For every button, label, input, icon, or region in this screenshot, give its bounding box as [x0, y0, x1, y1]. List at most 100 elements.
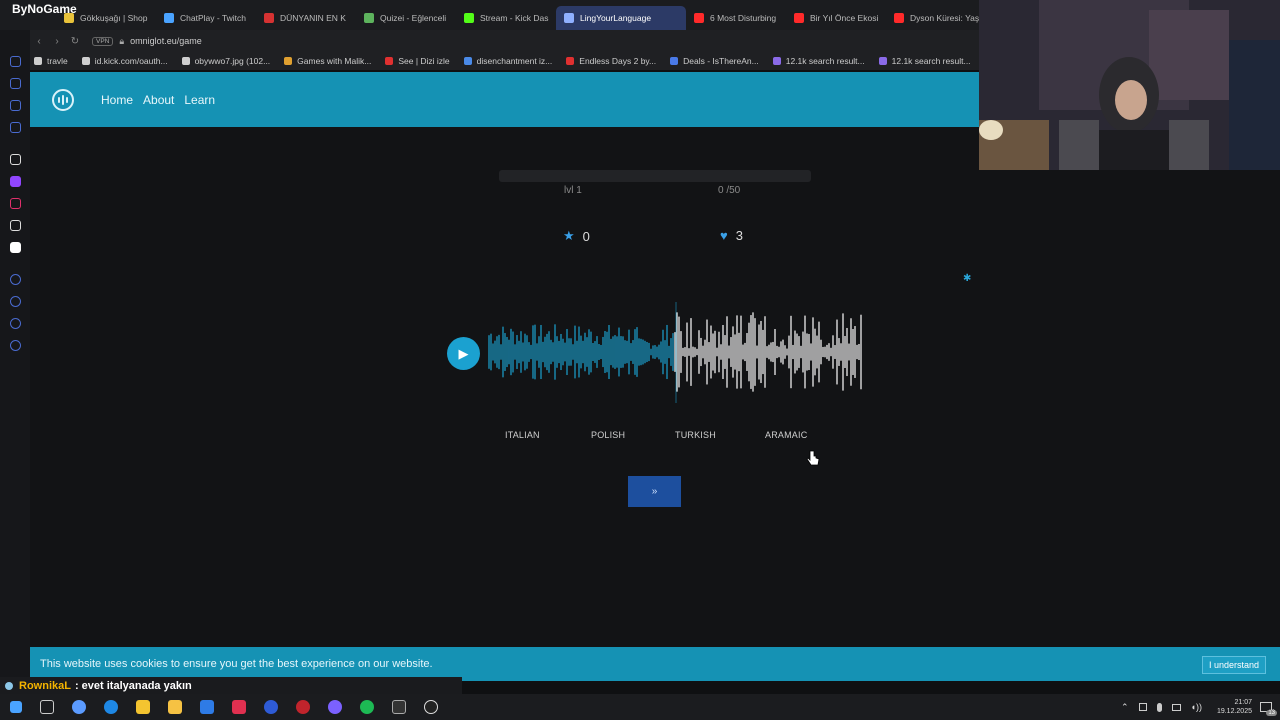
opera-icon[interactable]	[296, 700, 310, 714]
browser-tab[interactable]: Bir Yıl Önce Ekosi	[786, 6, 886, 30]
network-icon[interactable]	[1171, 703, 1181, 711]
obs-icon[interactable]	[424, 700, 438, 714]
chat-text: : evet italyanada yakın	[74, 679, 192, 692]
store-icon[interactable]	[168, 700, 182, 714]
ea-icon[interactable]	[264, 700, 278, 714]
bookmark-item[interactable]: disenchantment iz...	[463, 56, 552, 66]
bookmark-item[interactable]: See | Dizi izle	[385, 56, 450, 66]
forward-icon[interactable]: ›	[48, 36, 66, 47]
sidebar-x-icon[interactable]	[10, 220, 21, 231]
volume-icon[interactable]: ◖))	[1191, 702, 1202, 712]
tab-label: 6 Most Disturbing	[710, 13, 777, 23]
site-navbar: Home About Learn	[30, 72, 979, 127]
score-stat: ★ 0	[563, 228, 590, 244]
sidebar-twitch-icon[interactable]	[10, 176, 21, 187]
copilot-icon[interactable]	[72, 700, 86, 714]
browser-tab-bar: ByNoGame Gökkuşağı | Shop ChatPlay - Twit…	[0, 0, 979, 30]
play-icon: ▶	[458, 345, 469, 361]
clock-date: 19.12.2025	[1216, 708, 1252, 715]
option-turkish[interactable]: TURKISH	[675, 430, 716, 440]
play-button[interactable]: ▶	[447, 337, 480, 370]
bookmark-favicon-icon	[34, 57, 42, 65]
bookmark-item[interactable]: id.kick.com/oauth...	[81, 56, 168, 66]
sidebar-app-icon[interactable]	[10, 56, 21, 67]
sidebar-settings-icon[interactable]	[10, 340, 21, 351]
bookmark-item[interactable]: Games with Malik...	[284, 56, 371, 66]
bookmark-label: obywwo7.jpg (102...	[194, 56, 271, 66]
tab-favicon-icon	[564, 13, 574, 23]
bookmark-item[interactable]: obywwo7.jpg (102...	[181, 56, 271, 66]
browser-tab[interactable]: Dyson Küresi: Yaş	[886, 6, 986, 30]
bookmark-favicon-icon	[566, 57, 575, 65]
windows-start-icon[interactable]	[10, 701, 22, 713]
bookmark-label: See | Dizi izle	[398, 56, 450, 66]
bookmark-item[interactable]: Deals - IsThereAn...	[670, 56, 759, 66]
browser-tab[interactable]: ChatPlay - Twitch	[156, 6, 256, 30]
next-button[interactable]: »	[628, 476, 681, 507]
edge-icon[interactable]	[104, 700, 118, 714]
sidebar-app-icon[interactable]	[10, 78, 21, 89]
epic-icon[interactable]	[392, 700, 406, 714]
nav-learn-link[interactable]: Learn	[184, 93, 215, 107]
sidebar-app-icon[interactable]	[10, 100, 21, 111]
bookmark-item[interactable]: travle	[34, 56, 68, 66]
lock-icon[interactable]: 🔒︎	[119, 36, 124, 47]
browser-tab[interactable]: Quizei - Eğlenceli	[356, 6, 456, 30]
option-italian[interactable]: ITALIAN	[505, 430, 540, 440]
browser-tab[interactable]: Stream - Kick Das	[456, 6, 556, 30]
address-bar: ‹ › ↻ VPN 🔒︎ omniglot.eu/game	[30, 30, 979, 52]
stream-brand-label: ByNoGame	[12, 2, 77, 16]
clock[interactable]: 21:07 19.12.2025	[1217, 698, 1252, 716]
cookie-accept-button[interactable]: I understand	[1201, 656, 1266, 674]
tab-favicon-icon	[64, 13, 74, 23]
tray-icon[interactable]	[1138, 703, 1147, 711]
tab-favicon-icon	[264, 13, 274, 23]
audio-waveform[interactable]	[487, 300, 867, 405]
webcam-overlay	[979, 0, 1280, 170]
sidebar-history-icon[interactable]	[10, 296, 21, 307]
notification-icon[interactable]: 13	[1260, 702, 1277, 716]
option-aramaic[interactable]: ARAMAIC	[765, 430, 807, 440]
bookmark-label: 12.1k search result...	[785, 56, 865, 66]
site-logo-icon[interactable]	[52, 88, 74, 111]
option-polish[interactable]: POLISH	[591, 430, 625, 440]
bookmark-favicon-icon	[772, 57, 781, 65]
tab-label: ChatPlay - Twitch	[180, 13, 246, 23]
sidebar-discord-icon[interactable]	[10, 242, 21, 253]
sidebar-app-icon[interactable]	[10, 274, 21, 285]
back-icon[interactable]: ‹	[30, 36, 48, 47]
sidebar-app-icon[interactable]	[10, 318, 21, 329]
bookmark-item[interactable]: Endless Days 2 by...	[566, 56, 656, 66]
nav-home-link[interactable]: Home	[101, 93, 133, 107]
tab-favicon-icon	[694, 13, 704, 23]
bookmark-item[interactable]: 12.1k search result...	[772, 56, 865, 66]
bookmarks-bar: travle id.kick.com/oauth... obywwo7.jpg (1…	[30, 52, 979, 70]
cookie-banner: This website uses cookies to ensure you …	[30, 647, 1280, 681]
browser-tab[interactable]: DÜNYANIN EN K	[256, 6, 356, 30]
browser-tab[interactable]: LingYourLanguage	[556, 6, 686, 30]
mouse-cursor-icon	[806, 450, 820, 466]
level-label: lvl 1	[564, 185, 582, 196]
tab-favicon-icon	[464, 13, 474, 23]
bookmark-item[interactable]: 12.1k search result...	[878, 56, 971, 66]
vpn-badge[interactable]: VPN	[92, 36, 114, 46]
sidebar-app-icon[interactable]	[10, 154, 21, 165]
sidebar-app-icon[interactable]	[10, 122, 21, 133]
sidebar-instagram-icon[interactable]	[10, 198, 21, 209]
app-icon[interactable]	[232, 700, 246, 714]
mail-icon[interactable]	[200, 700, 214, 714]
heart-icon: ♥	[720, 228, 728, 243]
explorer-icon[interactable]	[136, 700, 150, 714]
browser-tab[interactable]: 6 Most Disturbing	[686, 6, 786, 30]
nav-about-link[interactable]: About	[143, 93, 174, 107]
microphone-icon[interactable]	[1156, 702, 1162, 712]
url-field[interactable]: omniglot.eu/game	[130, 36, 202, 46]
spotify-icon[interactable]	[360, 700, 374, 714]
discord-icon[interactable]	[328, 700, 342, 714]
reload-icon[interactable]: ↻	[66, 36, 84, 47]
task-view-icon[interactable]	[40, 700, 54, 714]
tray-chevron-icon[interactable]: ⌃	[1121, 702, 1129, 713]
settings-gear-icon[interactable]: ✱	[963, 273, 971, 284]
browser-tab[interactable]: Gökkuşağı | Shop	[56, 6, 156, 30]
bookmark-favicon-icon	[385, 57, 394, 65]
